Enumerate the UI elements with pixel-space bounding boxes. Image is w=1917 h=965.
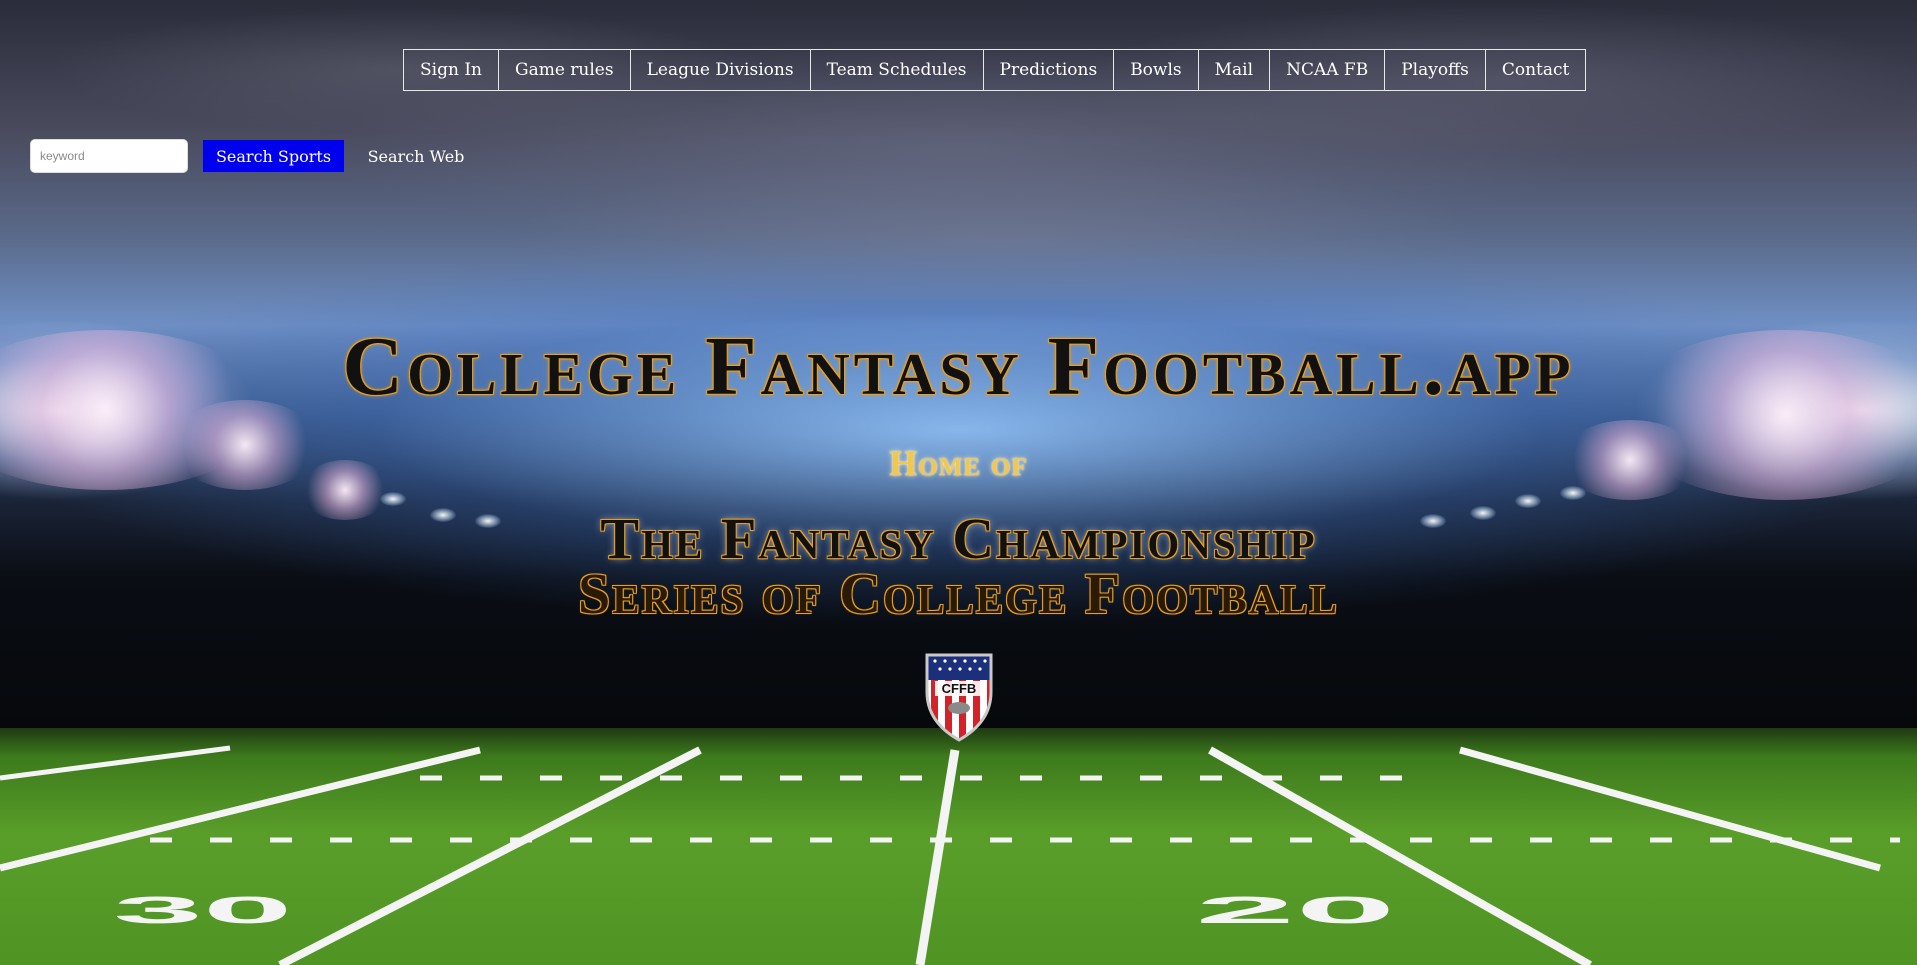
tagline-line-2: Series of College Football — [577, 561, 1339, 626]
nav-ncaa-fb[interactable]: NCAA FB — [1270, 50, 1386, 90]
nav-playoffs[interactable]: Playoffs — [1385, 50, 1486, 90]
search-input[interactable] — [30, 139, 188, 173]
nav-bowls[interactable]: Bowls — [1114, 50, 1199, 90]
nav-contact[interactable]: Contact — [1486, 50, 1586, 90]
stadium-light-dot — [380, 492, 406, 506]
nav-sign-in[interactable]: Sign In — [404, 50, 499, 90]
search-sports-button[interactable]: Search Sports — [203, 140, 344, 172]
stadium-light-dot — [1560, 486, 1586, 500]
nav-game-rules[interactable]: Game rules — [499, 50, 631, 90]
search-web-button[interactable]: Search Web — [356, 140, 476, 172]
shield-crest-icon: CFFB — [925, 653, 993, 742]
yard-number-left: 30 — [113, 889, 293, 931]
yard-number-right: 20 — [1195, 889, 1396, 932]
nav-league-divisions[interactable]: League Divisions — [631, 50, 811, 90]
hero-subtitle: Home of — [889, 443, 1028, 483]
crest-label: CFFB — [942, 681, 977, 696]
site-title: College Fantasy Football.app — [342, 320, 1575, 413]
nav-mail[interactable]: Mail — [1199, 50, 1271, 90]
nav-predictions[interactable]: Predictions — [984, 50, 1115, 90]
field-lines: 30 20 — [0, 745, 1900, 965]
nav-team-schedules[interactable]: Team Schedules — [811, 50, 984, 90]
main-nav: Sign In Game rules League Divisions Team… — [403, 49, 1587, 91]
